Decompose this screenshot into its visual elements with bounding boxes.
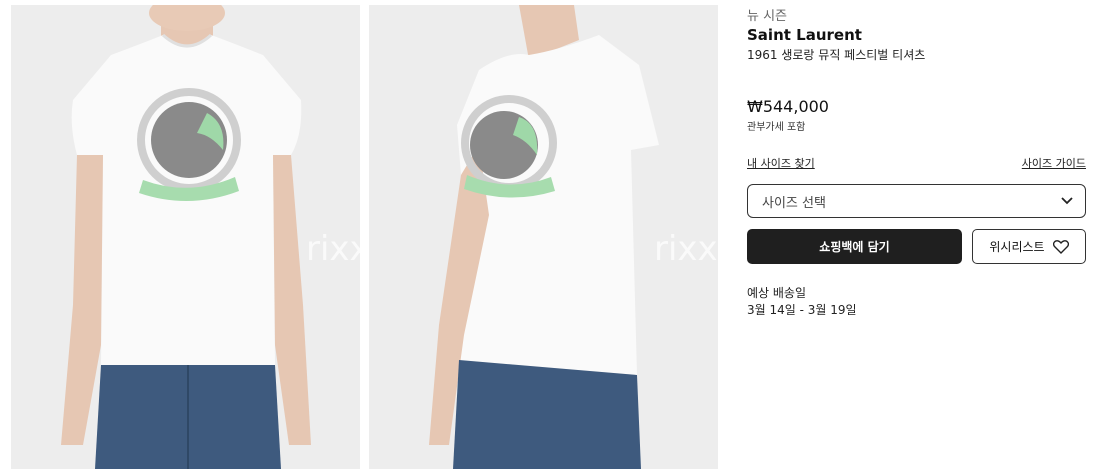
duty-included-note: 관부가세 포함 [747, 122, 806, 133]
season-label: 뉴 시즌 [747, 9, 788, 24]
brand-name[interactable]: Saint Laurent [747, 26, 862, 44]
size-guide-link[interactable]: 사이즈 가이드 [1022, 155, 1086, 171]
wishlist-label: 위시리스트 [989, 240, 1045, 254]
chevron-down-icon [1061, 197, 1073, 205]
watermark-text: rixx [306, 229, 360, 269]
product-image-front[interactable]: rixx [11, 5, 360, 469]
size-select[interactable]: 사이즈 선택 [747, 184, 1086, 218]
watermark-text: rixx [654, 229, 718, 269]
add-to-cart-label: 쇼핑백에 담기 [819, 240, 890, 254]
delivery-estimate-title: 예상 배송일 [747, 286, 807, 300]
wishlist-button[interactable]: 위시리스트 [972, 229, 1086, 264]
find-my-size-link[interactable]: 내 사이즈 찾기 [747, 155, 815, 171]
product-name: 1961 생로랑 뮤직 페스티벌 티셔츠 [747, 48, 926, 62]
add-to-cart-button[interactable]: 쇼핑백에 담기 [747, 229, 962, 264]
heart-icon [1052, 239, 1069, 254]
size-select-placeholder: 사이즈 선택 [762, 195, 826, 211]
product-image-side[interactable]: rixx [369, 5, 718, 469]
delivery-estimate-dates: 3월 14일 - 3월 19일 [747, 303, 857, 317]
product-price: ₩544,000 [747, 97, 829, 116]
